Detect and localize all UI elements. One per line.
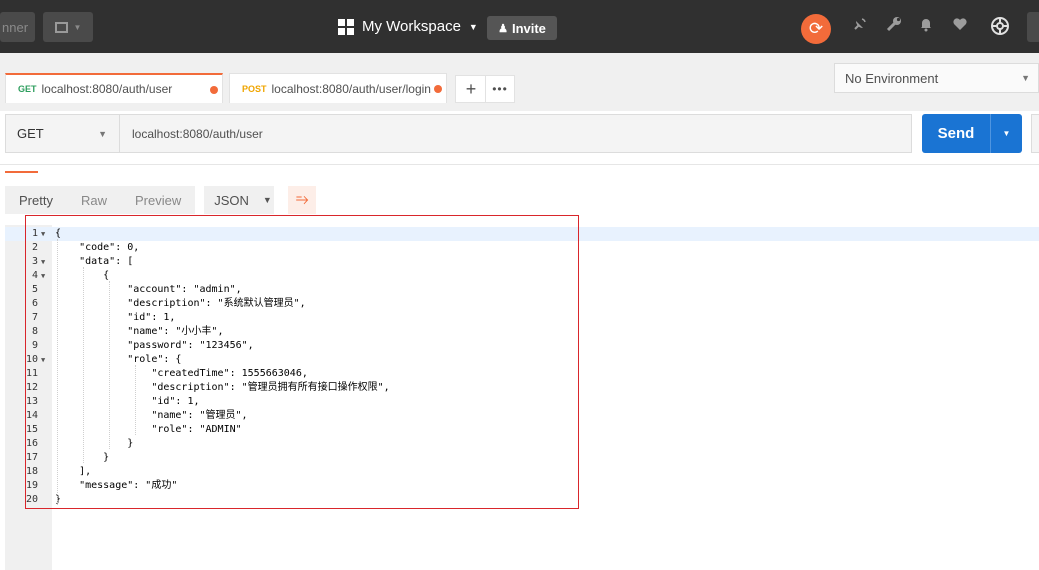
workspace-switcher[interactable]: My Workspace ▼ [338, 18, 478, 35]
new-dropdown-button[interactable]: ▼ [43, 12, 93, 42]
wrap-lines-button[interactable]: ⥱ [288, 186, 317, 214]
new-tab-button[interactable]: + [455, 75, 487, 103]
invite-button[interactable]: ♟ Invite [487, 16, 557, 40]
runner-button[interactable]: nner [0, 12, 35, 42]
environment-select[interactable]: No Environment ▼ [834, 63, 1039, 93]
sync-icon[interactable]: ⟳ [801, 14, 831, 44]
tab-get-auth-user[interactable]: GET localhost:8080/auth/user [5, 73, 223, 103]
save-button[interactable] [1031, 114, 1039, 153]
preview-button[interactable]: Preview [120, 186, 196, 214]
format-label: JSON [214, 192, 249, 208]
tab-url: localhost:8080/auth/user/login [271, 81, 431, 96]
chevron-down-icon: ▼ [468, 21, 478, 32]
workspace-grid-icon [338, 18, 354, 35]
tab-url: localhost:8080/auth/user [41, 82, 173, 96]
bell-icon[interactable] [916, 16, 936, 37]
pretty-button[interactable]: Pretty [5, 186, 67, 214]
request-url-row: GET ▼ localhost:8080/auth/user Send ▼ [0, 111, 1039, 167]
method-label: GET [17, 126, 44, 141]
runner-label: nner [2, 19, 29, 35]
new-window-icon [54, 21, 68, 33]
chevron-down-icon: ▼ [98, 128, 107, 139]
response-view-toolbar: Pretty Raw Preview JSON ▼ ⥱ [5, 186, 317, 214]
format-select[interactable]: JSON ▼ [204, 186, 275, 214]
top-bar: nner ▼ My Workspace ▼ ♟ Invite ⟳ [0, 0, 1039, 53]
satellite-icon[interactable] [850, 16, 870, 37]
send-options-button[interactable]: ▼ [990, 114, 1022, 153]
tab-post-login[interactable]: POST localhost:8080/auth/user/login [229, 73, 447, 103]
environment-label: No Environment [845, 70, 939, 86]
raw-label: Raw [80, 192, 107, 208]
invite-label: Invite [511, 20, 546, 36]
divider [0, 164, 1039, 165]
plus-icon: + [465, 78, 477, 99]
chevron-down-icon: ▼ [73, 22, 82, 32]
active-section-indicator [5, 171, 38, 173]
highlight-box [25, 215, 579, 509]
unsaved-dot-icon [434, 85, 442, 93]
url-input[interactable]: localhost:8080/auth/user [120, 114, 912, 153]
tab-method: GET [18, 84, 37, 94]
preview-label: Preview [134, 192, 182, 208]
pretty-label: Pretty [19, 192, 53, 208]
chevron-down-icon: ▼ [262, 195, 272, 205]
send-label: Send [937, 125, 975, 142]
wrench-icon[interactable] [884, 16, 904, 37]
tabs-row: GET localhost:8080/auth/user POST localh… [0, 53, 1039, 111]
unsaved-dot-icon [210, 86, 218, 94]
settings-icon[interactable] [990, 16, 1010, 41]
send-button[interactable]: Send ▼ [922, 114, 1022, 153]
method-select[interactable]: GET ▼ [5, 114, 120, 153]
chevron-down-icon: ▼ [1021, 73, 1030, 83]
more-icon: ••• [492, 82, 508, 96]
workspace-label: My Workspace [362, 18, 461, 35]
heart-icon[interactable] [950, 16, 970, 37]
tab-options-button[interactable]: ••• [485, 75, 515, 103]
raw-button[interactable]: Raw [66, 186, 121, 214]
add-user-icon: ♟ [498, 22, 508, 35]
url-value: localhost:8080/auth/user [132, 126, 263, 141]
wrap-icon: ⥱ [295, 191, 309, 208]
tab-method: POST [242, 83, 267, 94]
account-button[interactable] [1027, 12, 1039, 42]
